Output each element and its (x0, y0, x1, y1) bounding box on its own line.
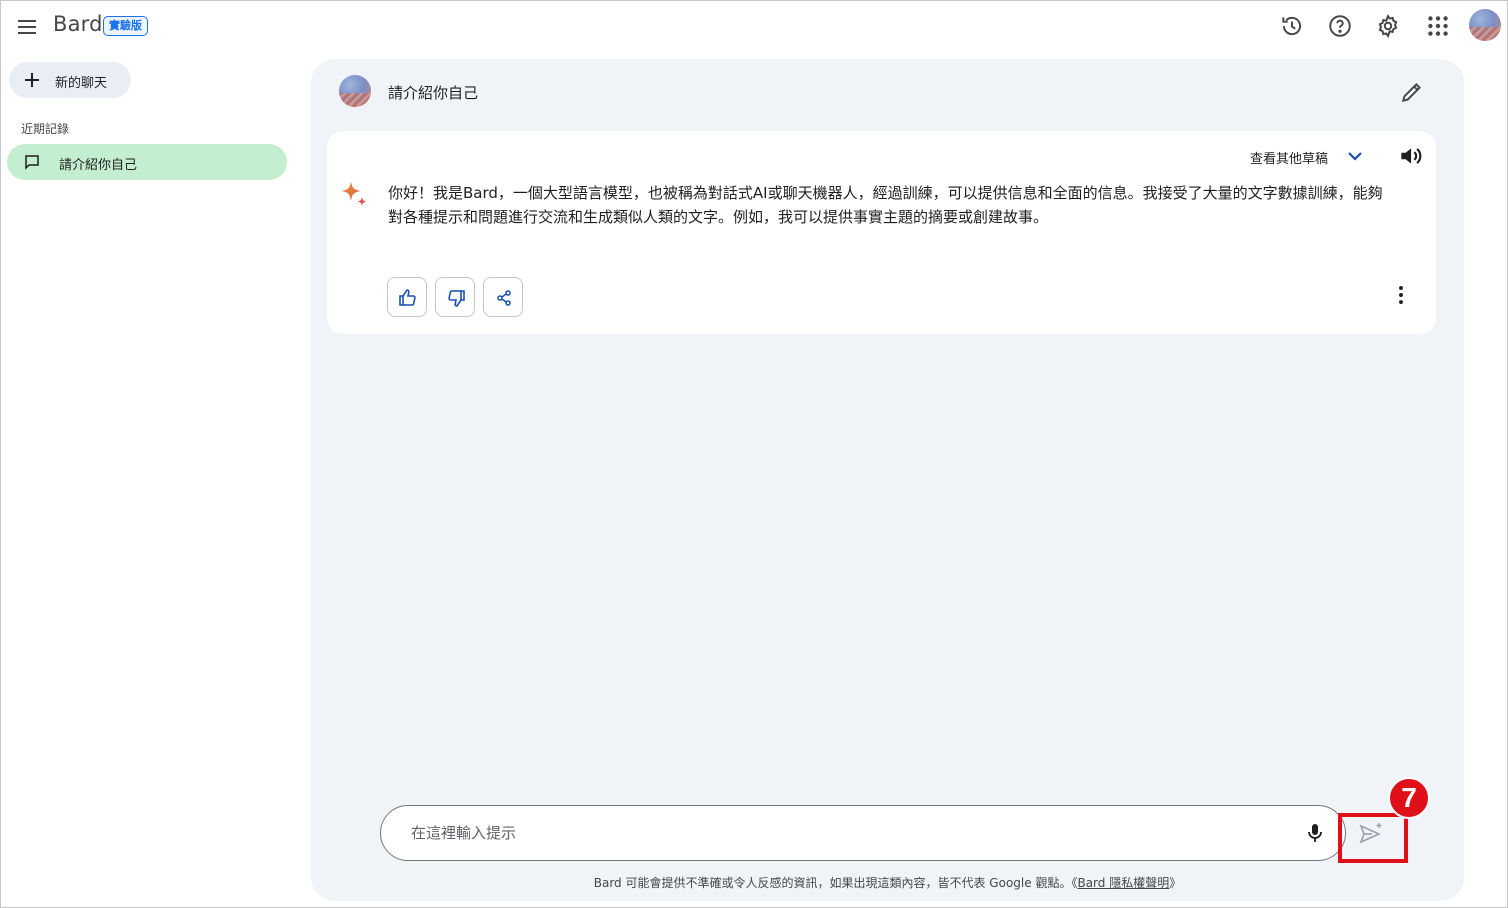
share-icon (494, 288, 514, 308)
apps-icon[interactable] (1425, 13, 1451, 39)
settings-icon[interactable] (1375, 13, 1401, 39)
privacy-link-close: 》 (1169, 876, 1182, 890)
recent-section-title: 近期記錄 (21, 122, 70, 136)
user-avatar (339, 75, 371, 107)
response-card: 查看其他草稿 你好！我是Bard，一個大型語言模型，也被稱為對話式AI或聊天機器… (327, 131, 1436, 334)
top-app-bar: Bard 實驗版 (1, 1, 1507, 53)
more-vert-icon[interactable] (1388, 282, 1414, 308)
plus-icon (22, 70, 42, 90)
chat-bubble-icon (23, 153, 41, 171)
menu-icon[interactable] (15, 15, 39, 39)
history-icon[interactable] (1279, 13, 1305, 39)
new-chat-button[interactable]: 新的聊天 (9, 62, 131, 98)
privacy-policy-link[interactable]: Bard 隱私權聲明 (1077, 876, 1169, 890)
prompt-input[interactable] (411, 820, 1271, 846)
thumbs-up-icon (398, 288, 418, 308)
response-text: 你好！我是Bard，一個大型語言模型，也被稱為對話式AI或聊天機器人，經過訓練，… (388, 184, 1383, 226)
speaker-icon[interactable] (1397, 143, 1423, 169)
thumbs-down-icon (446, 288, 466, 308)
app-title[interactable]: Bard (53, 12, 103, 36)
share-button[interactable] (483, 277, 523, 317)
tutorial-step-badge: 7 (1388, 777, 1430, 819)
view-drafts-button[interactable]: 查看其他草稿 (1250, 148, 1328, 167)
chevron-down-icon[interactable] (1343, 144, 1367, 168)
disclaimer: Bard 可能會提供不準確或令人反感的資訊，如果出現這類內容，皆不代表 Goog… (311, 874, 1464, 891)
new-chat-label: 新的聊天 (55, 76, 108, 91)
prompt-input-box[interactable] (380, 805, 1346, 861)
thumbs-up-button[interactable] (387, 277, 427, 317)
conversation-panel: 請介紹你自己 查看其他草稿 你好！我是Bard，一個大型語言模型，也被稱為對話式… (311, 59, 1464, 901)
help-icon[interactable] (1327, 13, 1353, 39)
bard-sparkle-icon (339, 179, 369, 209)
tutorial-highlight-box (1338, 813, 1408, 863)
microphone-icon[interactable] (1303, 821, 1327, 845)
user-prompt-text: 請介紹你自己 (388, 84, 479, 102)
account-avatar[interactable] (1469, 9, 1501, 41)
experiment-badge: 實驗版 (103, 16, 148, 36)
sidebar-item-label: 請介紹你自己 (59, 158, 138, 173)
sidebar-item-recent-chat[interactable]: 請介紹你自己 (7, 144, 287, 180)
thumbs-down-button[interactable] (435, 277, 475, 317)
disclaimer-text: Bard 可能會提供不準確或令人反感的資訊，如果出現這類內容，皆不代表 Goog… (593, 876, 1072, 890)
edit-pencil-icon[interactable] (1399, 79, 1425, 105)
